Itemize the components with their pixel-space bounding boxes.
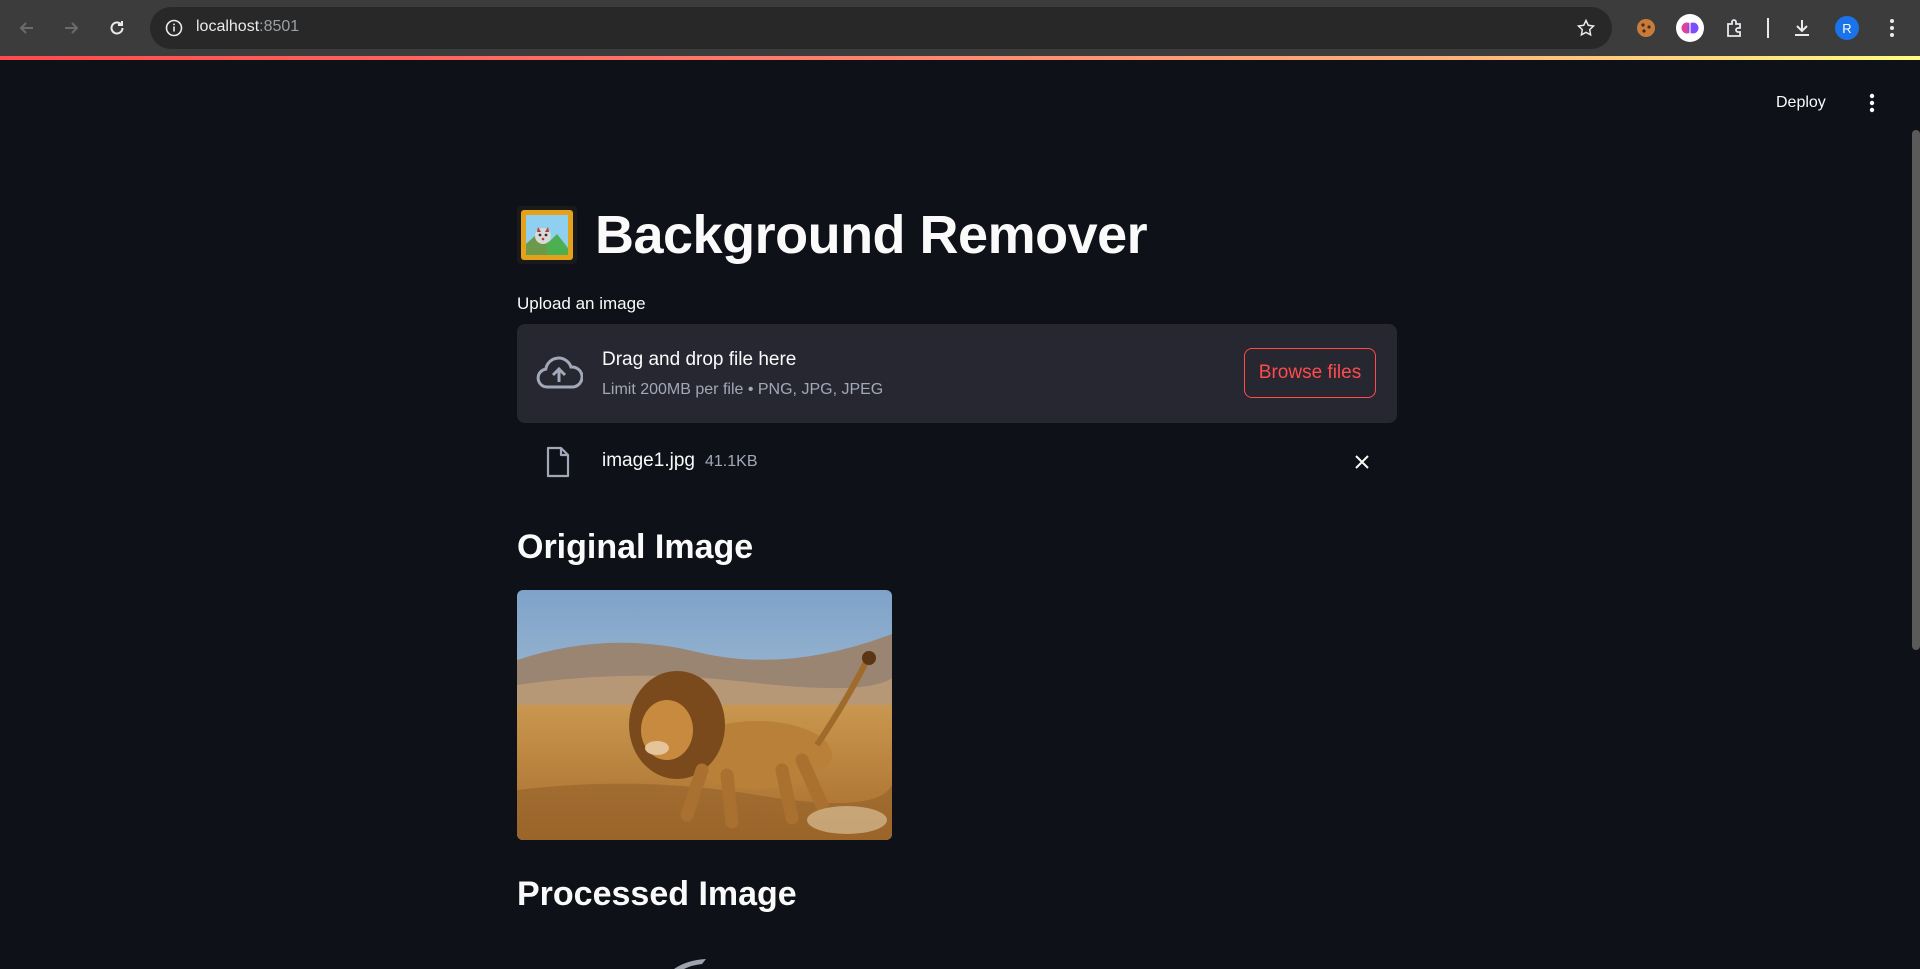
url-text[interactable]: localhost:8501 bbox=[196, 18, 299, 36]
back-arrow-icon bbox=[19, 22, 33, 34]
remove-file-button[interactable] bbox=[1350, 450, 1374, 474]
forward-arrow-icon bbox=[65, 22, 79, 34]
browser-toolbar: localhost:8501 R bbox=[0, 0, 1920, 56]
reload-button[interactable] bbox=[99, 10, 135, 46]
cloud-upload-icon bbox=[536, 356, 583, 389]
back-button[interactable] bbox=[9, 10, 45, 46]
profile-avatar[interactable]: R bbox=[1833, 14, 1861, 42]
downloads-icon[interactable] bbox=[1788, 14, 1816, 42]
app-decoration-bar bbox=[0, 56, 1920, 60]
browser-menu-icon[interactable] bbox=[1878, 14, 1906, 42]
processed-image-partial bbox=[674, 959, 706, 969]
uploaded-file-size: 41.1KB bbox=[705, 453, 758, 470]
original-image bbox=[517, 590, 892, 840]
framed-picture-icon bbox=[517, 206, 577, 264]
browse-files-button[interactable]: Browse files bbox=[1244, 348, 1376, 398]
avatar-letter: R bbox=[1835, 16, 1859, 40]
dropzone-limit-text: Limit 200MB per file • PNG, JPG, JPEG bbox=[602, 381, 884, 398]
bookmark-star-icon[interactable] bbox=[1574, 16, 1598, 40]
cookie-extension-icon[interactable] bbox=[1632, 14, 1660, 42]
url-host: localhost bbox=[196, 18, 260, 35]
extensions-puzzle-icon[interactable] bbox=[1721, 14, 1749, 42]
forward-button[interactable] bbox=[53, 10, 89, 46]
processed-image-heading: Processed Image bbox=[517, 875, 797, 913]
brain-extension-icon[interactable] bbox=[1676, 14, 1704, 42]
dropzone-instructions: Drag and drop file here bbox=[602, 349, 797, 370]
main-menu-icon[interactable] bbox=[1860, 90, 1884, 116]
toolbar-divider bbox=[1767, 18, 1769, 38]
app-title: Background Remover bbox=[595, 205, 1148, 265]
reload-icon bbox=[110, 21, 124, 35]
file-dropzone[interactable]: Drag and drop file here Limit 200MB per … bbox=[517, 324, 1397, 423]
deploy-button[interactable]: Deploy bbox=[1776, 90, 1826, 116]
site-info-icon[interactable] bbox=[162, 16, 186, 40]
original-image-heading: Original Image bbox=[517, 528, 754, 566]
lion-photo bbox=[517, 590, 892, 840]
uploaded-file-name: image1.jpg bbox=[602, 450, 695, 471]
close-icon bbox=[1355, 455, 1369, 469]
uploader-label: Upload an image bbox=[517, 294, 646, 313]
url-port: :8501 bbox=[259, 18, 300, 35]
file-icon bbox=[546, 446, 570, 478]
page-title: Background Remover bbox=[517, 200, 1397, 270]
address-bar[interactable]: localhost:8501 bbox=[150, 7, 1612, 49]
uploaded-file-row: image1.jpg 41.1KB bbox=[517, 440, 1397, 484]
page-scrollbar[interactable] bbox=[1912, 130, 1920, 650]
